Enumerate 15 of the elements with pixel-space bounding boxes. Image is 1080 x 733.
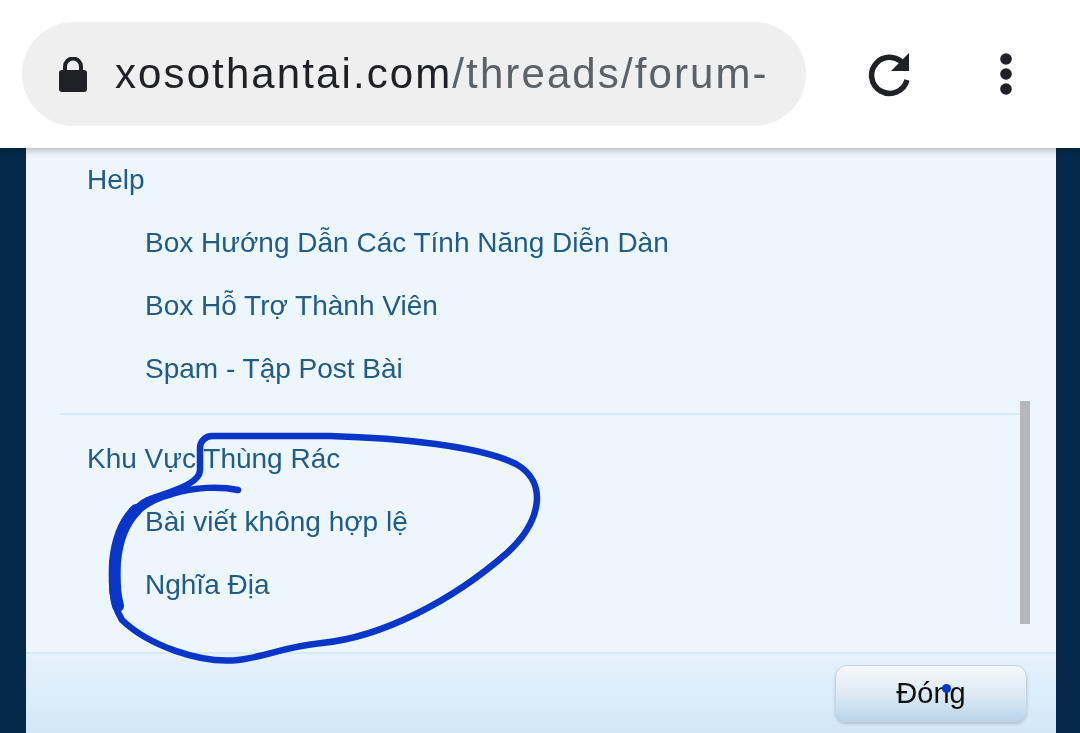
lock-icon — [59, 56, 87, 92]
address-bar[interactable]: xosothantai.com/threads/forum- — [22, 22, 806, 126]
menu-icon — [1000, 53, 1012, 95]
forum-link[interactable]: Spam - Tập Post Bài — [145, 352, 403, 385]
url-domain: xosothantai.com — [115, 50, 453, 98]
category-link[interactable]: Khu Vực Thùng Rác — [87, 442, 341, 475]
forum-link[interactable]: Box Hỗ Trợ Thành Viên — [145, 289, 438, 322]
close-button[interactable]: Đóng — [835, 665, 1027, 722]
forum-link[interactable]: Nghĩa Địa — [145, 568, 270, 601]
forum-link[interactable]: Bài viết không hợp lệ — [145, 505, 408, 538]
menu-button[interactable] — [1000, 53, 1012, 95]
url-path: /threads/forum- — [452, 50, 769, 98]
forum-link[interactable]: Box Hướng Dẫn Các Tính Năng Diễn Dàn — [145, 226, 669, 259]
ink-dot-icon — [942, 684, 951, 693]
category-link[interactable]: Help — [87, 163, 145, 196]
